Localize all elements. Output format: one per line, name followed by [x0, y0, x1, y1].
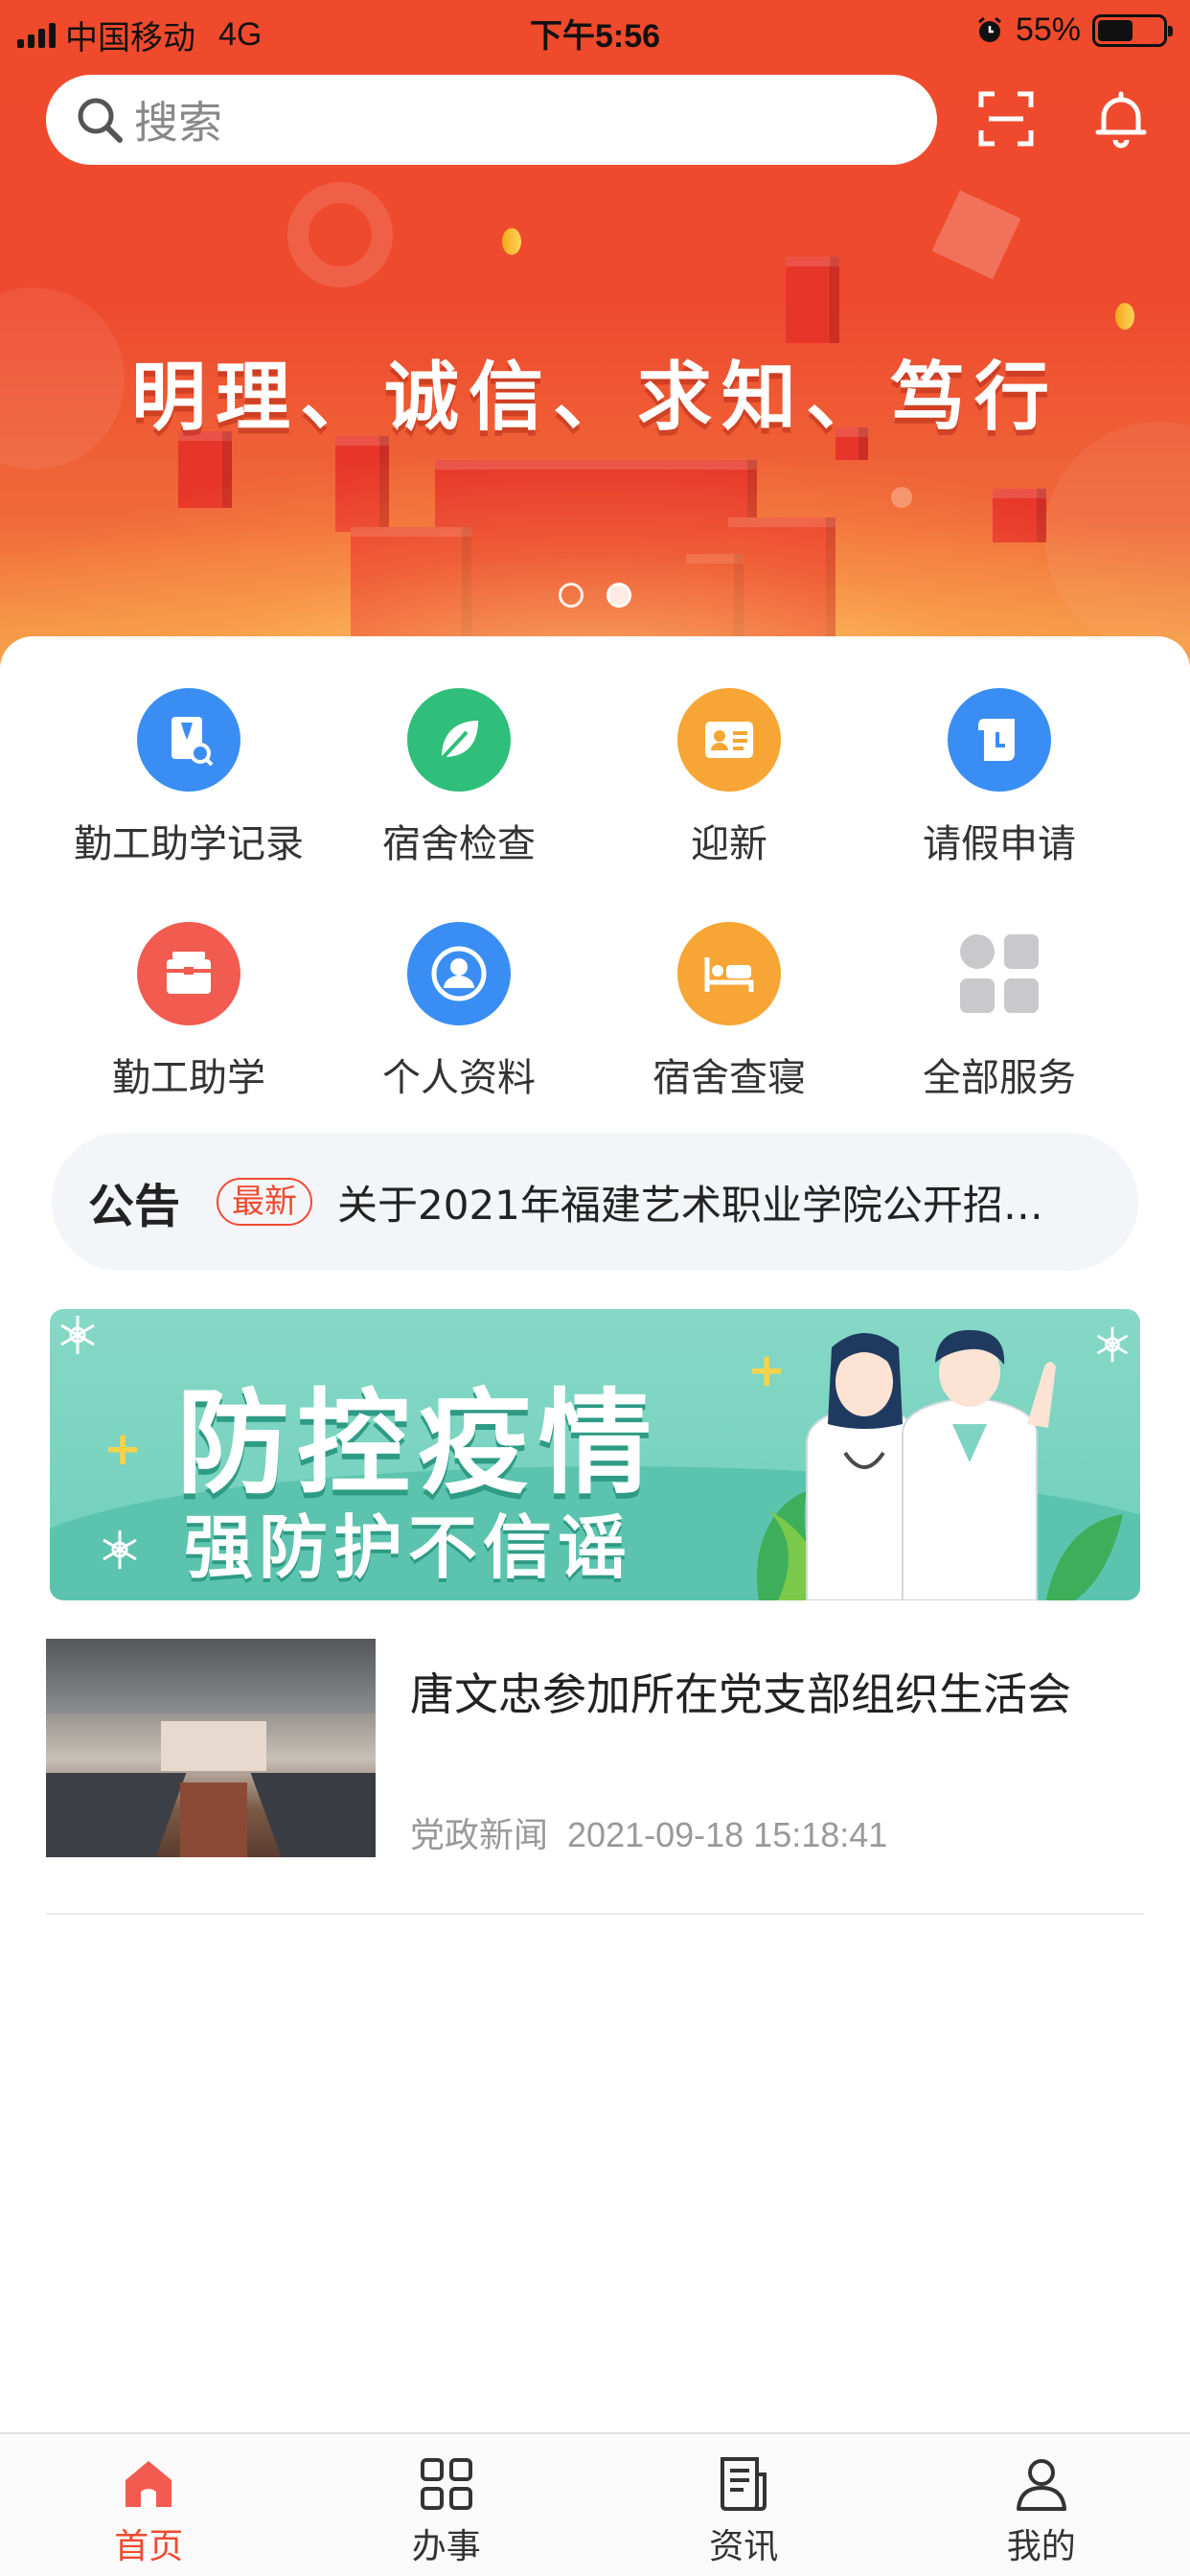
service-work-study-record[interactable]: 勤工助学记录: [54, 688, 324, 868]
epidemic-banner[interactable]: + + 防控疫情 强防护不信谣: [50, 1309, 1140, 1600]
battery-percent: 55%: [1015, 12, 1081, 48]
service-label: 勤工助学: [112, 1056, 265, 1100]
user-icon: [407, 922, 511, 1025]
decor-coin: [1115, 303, 1134, 330]
leave-icon: [948, 688, 1051, 792]
service-leave-request[interactable]: 请假申请: [864, 688, 1134, 868]
service-label: 宿舍检查: [382, 822, 536, 866]
news-thumbnail: [46, 1639, 376, 1857]
id-card-icon: [677, 688, 781, 792]
bell-icon[interactable]: [1090, 88, 1152, 150]
apps-icon: [420, 2458, 472, 2510]
snowflake-icon: [60, 1316, 95, 1354]
service-label: 全部服务: [923, 1056, 1076, 1100]
tab-label: 我的: [1006, 2527, 1076, 2566]
notice-text[interactable]: 关于2021年福建艺术职业学院公开招…: [337, 1173, 1075, 1231]
doctors-illustration: [757, 1329, 1123, 1600]
snowflake-icon: [103, 1530, 137, 1569]
hero-slogan: 明理、诚信、求知、笃行: [130, 355, 1059, 441]
alarm-icon: [978, 16, 1001, 42]
tab-label: 首页: [114, 2527, 184, 2566]
decor-cube: [931, 190, 1021, 280]
service-label: 迎新: [691, 822, 767, 866]
status-bar: 中国移动 4G 下午5:56 55%: [0, 0, 1190, 59]
news-category: 党政新闻: [410, 1815, 549, 1854]
bed-icon: [677, 922, 781, 1025]
content-card: 勤工助学记录 宿舍检查 迎新 请假申请 勤工助学 个人资料 宿舍查寝 全部服务 …: [0, 636, 1190, 2438]
grid-icon: [948, 922, 1051, 1025]
plus-decor: +: [103, 1422, 143, 1476]
scan-icon[interactable]: [975, 88, 1037, 150]
home-icon: [126, 2461, 172, 2507]
profile-icon: [1016, 2459, 1066, 2511]
service-profile[interactable]: 个人资料: [324, 922, 594, 1102]
battery-icon: [1092, 13, 1173, 47]
notice-badge: 最新: [217, 1178, 313, 1226]
news-item[interactable]: 唐文忠参加所在党支部组织生活会 党政新闻 2021-09-18 15:18:41: [46, 1639, 1144, 1859]
service-welcome[interactable]: 迎新: [594, 688, 864, 868]
service-dorm-check[interactable]: 宿舍查寝: [594, 922, 864, 1102]
news-meta: 党政新闻 2021-09-18 15:18:41: [410, 1807, 887, 1857]
carousel-dot[interactable]: [559, 583, 584, 608]
tab-home[interactable]: 首页: [0, 2434, 298, 2576]
tab-label: 办事: [411, 2527, 481, 2566]
notice-bar[interactable]: 公告 最新 关于2021年福建艺术职业学院公开招…: [52, 1133, 1138, 1271]
notice-tag: 公告: [88, 1180, 181, 1233]
service-all[interactable]: 全部服务: [864, 922, 1134, 1102]
search-input[interactable]: 搜索: [46, 75, 937, 165]
news-datetime: 2021-09-18 15:18:41: [567, 1815, 888, 1854]
news-title: 唐文忠参加所在党支部组织生活会: [410, 1668, 1071, 1720]
banner-subtitle: 强防护不信谣: [184, 1507, 633, 1588]
carousel-dots[interactable]: [0, 583, 1190, 608]
briefcase-icon: [137, 922, 240, 1025]
service-dorm-inspection[interactable]: 宿舍检查: [324, 688, 594, 868]
carousel-dot-active[interactable]: [606, 583, 631, 608]
service-work-study[interactable]: 勤工助学: [54, 922, 324, 1102]
tab-profile[interactable]: 我的: [893, 2434, 1190, 2576]
news-icon: [721, 2457, 767, 2511]
decor-cube: [786, 257, 839, 343]
tab-label: 资讯: [709, 2527, 779, 2566]
service-label: 个人资料: [382, 1056, 536, 1100]
decor-ring: [287, 182, 393, 288]
list-divider: [46, 1913, 1144, 1915]
tab-services[interactable]: 办事: [298, 2434, 596, 2576]
record-icon: [137, 688, 240, 792]
search-placeholder: 搜索: [134, 97, 222, 149]
leaf-icon: [407, 688, 511, 792]
service-grid: 勤工助学记录 宿舍检查 迎新 请假申请 勤工助学 个人资料 宿舍查寝 全部服务: [0, 688, 1190, 1102]
decor-coin: [502, 228, 521, 255]
tab-bar: 首页 办事 资讯 我的: [0, 2432, 1190, 2576]
service-label: 请假申请: [923, 822, 1076, 866]
tab-news[interactable]: 资讯: [595, 2434, 893, 2576]
search-icon: [78, 98, 123, 143]
service-label: 宿舍查寝: [652, 1056, 806, 1100]
service-label: 勤工助学记录: [74, 822, 304, 866]
